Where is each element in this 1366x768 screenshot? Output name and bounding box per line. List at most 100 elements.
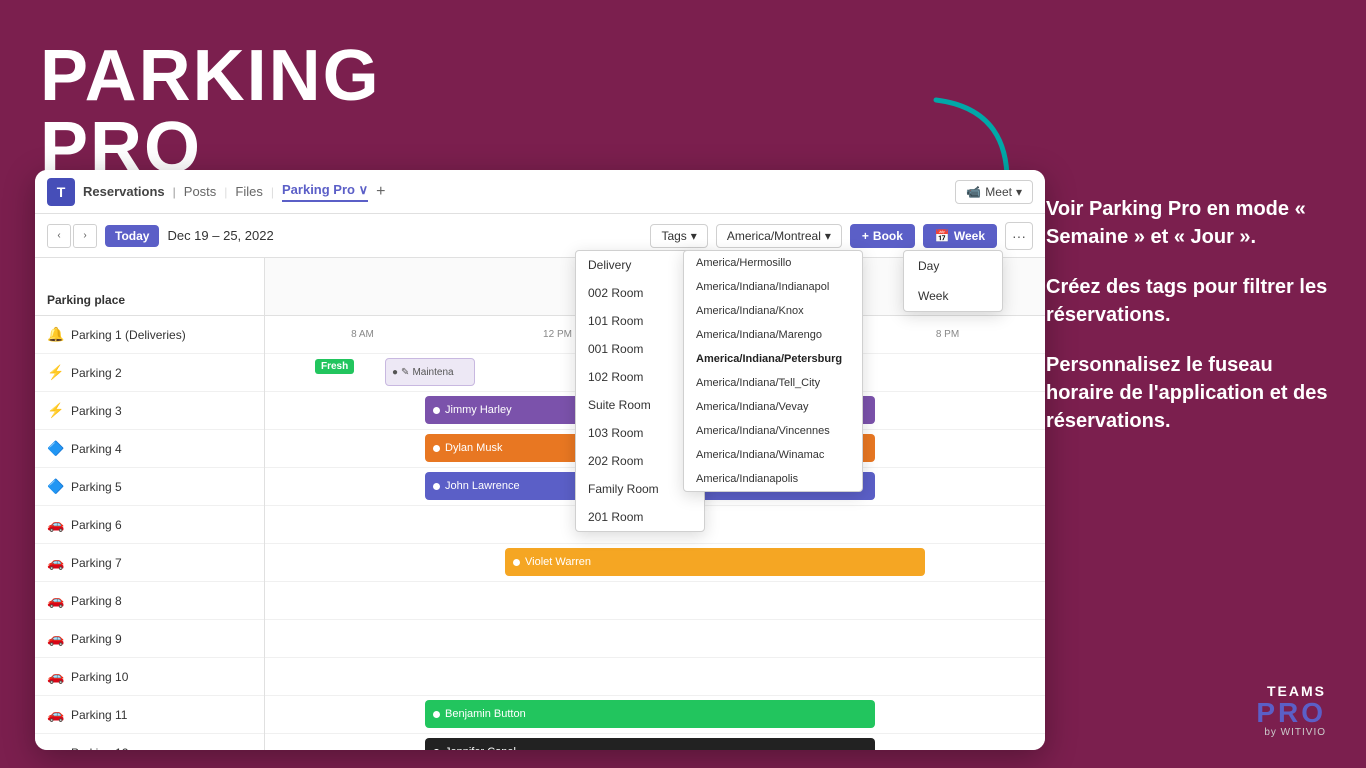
logo-line3: by WITIVIO xyxy=(1256,727,1326,738)
event-dot xyxy=(433,483,440,490)
event-label: Jimmy Harley xyxy=(445,404,512,416)
place-icon: 🚗 xyxy=(47,516,65,533)
toolbar-right: Tags ▾ America/Montreal ▾ + Book 📅 Week … xyxy=(650,222,1033,250)
tz-chevron-icon: ▾ xyxy=(825,229,831,243)
place-name: Parking 12 xyxy=(71,746,128,751)
right-text-section: Voir Parking Pro en mode « Semaine » et … xyxy=(1046,195,1336,457)
place-icon: ⚡ xyxy=(47,364,65,381)
place-row: 🔷Parking 4 xyxy=(35,430,264,468)
plus-book-icon: + xyxy=(862,229,869,243)
video-icon: 📹 xyxy=(966,185,981,199)
place-icon: 🚗 xyxy=(47,668,65,685)
tz-popup-item[interactable]: America/Indiana/Vincennes xyxy=(684,419,862,443)
grid-row xyxy=(265,620,1045,658)
event-label: Benjamin Button xyxy=(445,708,526,720)
event-dot xyxy=(433,407,440,414)
calendar-body: Parking place 🔔Parking 1 (Deliveries)⚡Pa… xyxy=(35,258,1045,750)
timezone-dropdown[interactable]: America/Montreal ▾ xyxy=(716,224,842,248)
place-name: Parking 8 xyxy=(71,594,122,608)
fresh-badge: Fresh xyxy=(315,359,354,374)
logo-line2: PRO xyxy=(1256,699,1326,727)
place-row: 🚗 Parking 7 xyxy=(35,544,264,582)
nav-reservations[interactable]: Reservations xyxy=(83,184,165,199)
place-name: Parking 5 xyxy=(71,480,122,494)
tz-popup-item[interactable]: America/Indiana/Tell_City xyxy=(684,371,862,395)
tz-popup-item[interactable]: America/Indiana/Petersburg xyxy=(684,347,862,371)
place-name: Parking 9 xyxy=(71,632,122,646)
tz-popup-item[interactable]: America/Hermosillo xyxy=(684,251,862,275)
place-icon: 🚗 xyxy=(47,554,65,571)
event-dot xyxy=(513,559,520,566)
place-name: Parking 7 xyxy=(71,556,122,570)
event-label: Violet Warren xyxy=(525,556,591,568)
app-screenshot: T Reservations | Posts | Files | Parking… xyxy=(35,170,1045,750)
teams-header: T Reservations | Posts | Files | Parking… xyxy=(35,170,1045,214)
week-popup-item[interactable]: Day xyxy=(904,251,1002,281)
nav-parking-pro[interactable]: Parking Pro ∨ xyxy=(282,182,368,202)
tz-popup-item[interactable]: America/Indiana/Indianapol xyxy=(684,275,862,299)
place-icon: 🚗 xyxy=(47,744,65,750)
place-row: 🚗 Parking 9 xyxy=(35,620,264,658)
next-arrow[interactable]: › xyxy=(73,224,97,248)
time-8pm: 8 PM xyxy=(850,329,1045,340)
place-name: Parking 2 xyxy=(71,366,122,380)
place-name: Parking 4 xyxy=(71,442,122,456)
nav-posts[interactable]: Posts xyxy=(184,184,217,199)
place-row: 🔔Parking 1 (Deliveries) xyxy=(35,316,264,354)
place-row: 🚗 Parking 10 xyxy=(35,658,264,696)
grid-row: Violet Warren xyxy=(265,544,1045,582)
book-button[interactable]: + Book xyxy=(850,224,915,248)
event-dot xyxy=(433,445,440,452)
place-icon: 🚗 xyxy=(47,592,65,609)
maintena-bar: ●✎Maintena xyxy=(385,358,475,386)
add-tab-icon[interactable]: + xyxy=(376,183,385,201)
places-header: Parking place xyxy=(35,258,264,316)
nav-files[interactable]: Files xyxy=(235,184,262,199)
prev-arrow[interactable]: ‹ xyxy=(47,224,71,248)
right-text-paragraph: Personnalisez le fuseau horaire de l'app… xyxy=(1046,351,1336,435)
place-name: Parking 6 xyxy=(71,518,122,532)
place-name: Parking 10 xyxy=(71,670,128,684)
timezone-popup: America/HermosilloAmerica/Indiana/Indian… xyxy=(683,250,863,492)
parking-place-label: Parking place xyxy=(47,293,125,307)
tags-chevron-icon: ▾ xyxy=(691,229,697,243)
hero-title: PARKING PRO xyxy=(40,40,480,184)
grid-row xyxy=(265,582,1045,620)
place-icon: 🔔 xyxy=(47,326,65,343)
time-8am: 8 AM xyxy=(265,329,460,340)
event-label: Jennifer Conel xyxy=(445,746,516,750)
event-bar: Benjamin Button xyxy=(425,700,875,728)
right-text-paragraph: Voir Parking Pro en mode « Semaine » et … xyxy=(1046,195,1336,251)
teams-logo: T xyxy=(47,178,75,206)
grid-row: Jennifer Conel xyxy=(265,734,1045,750)
tz-popup-item[interactable]: America/Indiana/Vevay xyxy=(684,395,862,419)
more-button[interactable]: ··· xyxy=(1005,222,1033,250)
place-name: Parking 11 xyxy=(71,708,127,722)
event-bar: Jennifer Conel xyxy=(425,738,875,750)
event-label: John Lawrence xyxy=(445,480,520,492)
week-popup-item[interactable]: Week xyxy=(904,281,1002,311)
chevron-down-icon: ▾ xyxy=(1016,185,1022,199)
tags-dropdown[interactable]: Tags ▾ xyxy=(650,224,707,248)
nav-arrows: ‹ › xyxy=(47,224,97,248)
tz-popup-item[interactable]: America/Indianapolis xyxy=(684,467,862,491)
place-icon: 🚗 xyxy=(47,630,65,647)
event-dot xyxy=(433,711,440,718)
place-row: ⚡Parking 3 xyxy=(35,392,264,430)
week-popup: DayWeek xyxy=(903,250,1003,312)
today-button[interactable]: Today xyxy=(105,225,159,247)
tags-popup-item[interactable]: 201 Room xyxy=(576,503,704,531)
tz-popup-item[interactable]: America/Indiana/Marengo xyxy=(684,323,862,347)
right-text-paragraph: Créez des tags pour filtrer les réservat… xyxy=(1046,273,1336,329)
teams-pro-logo: TEAMS PRO by WITIVIO xyxy=(1256,683,1326,738)
place-row: 🚗 Parking 6 xyxy=(35,506,264,544)
tz-popup-item[interactable]: America/Indiana/Knox xyxy=(684,299,862,323)
place-icon: 🚗 xyxy=(47,706,65,723)
event-bar: Violet Warren xyxy=(505,548,925,576)
tz-popup-item[interactable]: America/Indiana/Winamac xyxy=(684,443,862,467)
meet-button[interactable]: 📹 Meet ▾ xyxy=(955,180,1033,204)
week-button[interactable]: 📅 Week xyxy=(923,224,997,248)
places-sidebar: Parking place 🔔Parking 1 (Deliveries)⚡Pa… xyxy=(35,258,265,750)
calendar-icon: 📅 xyxy=(935,229,950,243)
place-row: 🚗 Parking 11 xyxy=(35,696,264,734)
